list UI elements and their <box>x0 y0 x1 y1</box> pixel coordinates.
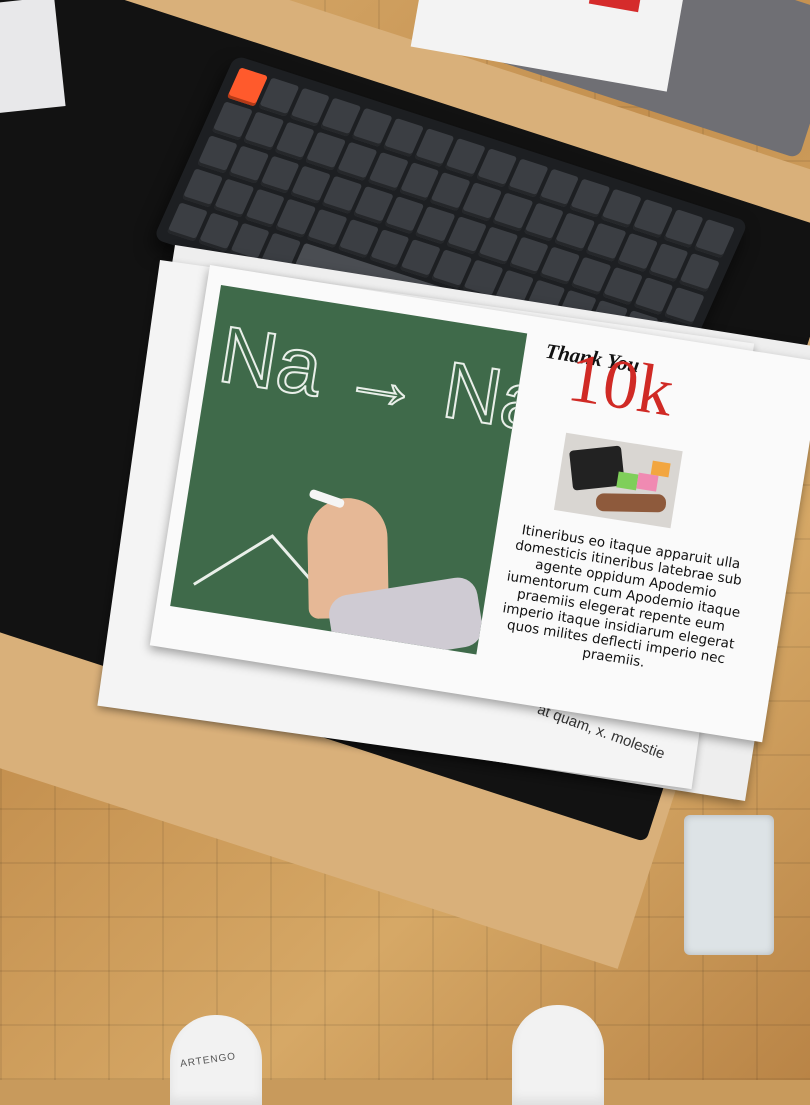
desk-leg <box>684 815 774 955</box>
milestone-number: 10k <box>562 338 679 432</box>
chalkboard-photo: Na → Na <box>170 284 528 655</box>
sticky-note-orange <box>650 460 671 478</box>
desk-photo <box>553 432 683 529</box>
arm <box>595 493 667 513</box>
sticky-note-green <box>616 471 639 491</box>
paper-sheet-left <box>0 0 66 114</box>
flyer-body-text: Itineribus eo itaque apparuit ulla domes… <box>501 522 743 671</box>
sticky-note-pink <box>636 472 659 492</box>
chalk-letters: Na → Na <box>213 309 527 448</box>
right-sock <box>512 1005 604 1105</box>
